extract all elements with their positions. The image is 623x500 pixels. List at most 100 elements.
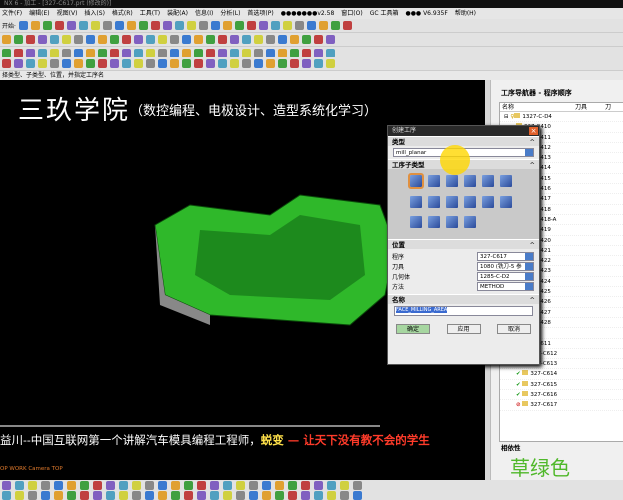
toolbar-icon[interactable] [222,21,232,30]
toolbar-icon[interactable] [132,480,141,490]
toolbar-icon[interactable] [302,59,311,68]
toolbar-icon[interactable] [158,480,167,490]
apply-button[interactable]: 应用 [446,324,481,334]
toolbar-icon[interactable] [275,490,284,500]
toolbar-icon[interactable] [340,480,349,490]
toolbar-icon[interactable] [342,21,352,30]
chevron-down-icon[interactable] [525,149,533,156]
ok-button[interactable]: 确定 [396,324,430,334]
toolbar-icon[interactable] [278,35,287,44]
subtype-icon[interactable] [446,216,458,229]
toolbar-icon[interactable] [198,21,208,30]
toolbar-icon[interactable] [67,480,76,490]
collapse-icon[interactable]: ^ [530,137,535,147]
toolbar-icon[interactable] [122,35,131,44]
toolbar-icon[interactable] [194,35,203,44]
toolbar-icon[interactable] [26,59,35,68]
toolbar-icon[interactable] [206,59,215,68]
subtype-icon[interactable] [446,195,458,208]
toolbar-icon[interactable] [275,480,284,490]
menu-item[interactable]: 工具(T) [140,8,160,19]
toolbar-icon[interactable] [174,21,184,30]
toolbar-icon[interactable] [150,21,160,30]
toolbar-icon[interactable] [54,21,64,30]
toolbar-icon[interactable] [102,21,112,30]
toolbar-icon[interactable] [146,59,155,68]
type-section[interactable]: 类型 ^ [388,136,539,146]
chevron-down-icon[interactable] [525,252,533,260]
toolbar-icon[interactable] [158,59,167,68]
toolbar-icon[interactable] [38,59,47,68]
toolbar-icon[interactable] [50,59,59,68]
toolbar-icon[interactable] [254,59,263,68]
toolbar-icon[interactable] [340,490,349,500]
toolbar-icon[interactable] [266,59,275,68]
cancel-button[interactable]: 取消 [497,324,531,334]
toolbar-icon[interactable] [282,21,292,30]
toolbar-icon[interactable] [110,59,119,68]
field-select[interactable]: METHOD [477,281,534,291]
toolbar-icon[interactable] [158,490,167,500]
subtype-icon[interactable] [482,175,494,187]
location-section[interactable]: 位置 ^ [388,239,539,249]
chevron-down-icon[interactable] [525,262,533,270]
toolbar-icon[interactable] [66,21,76,30]
toolbar-icon[interactable] [330,21,340,30]
toolbar-icon[interactable] [171,480,180,490]
subtype-icon[interactable] [464,216,476,229]
collapse-icon[interactable]: ^ [530,240,535,250]
toolbar-icon[interactable] [302,35,311,44]
toolbar-icon[interactable] [223,480,232,490]
toolbar-icon[interactable] [306,21,316,30]
toolbar-icon[interactable] [230,59,239,68]
toolbar-icon[interactable] [262,480,271,490]
toolbar-icon[interactable] [14,59,23,68]
toolbar-icon[interactable] [26,35,35,44]
toolbar-icon[interactable] [184,480,193,490]
toolbar-icon[interactable] [210,480,219,490]
toolbar-icon[interactable] [50,35,59,44]
subtype-icon[interactable] [464,195,476,208]
toolbar-icon[interactable] [122,59,131,68]
field-select[interactable]: 1285-C-D2 [477,271,534,281]
menu-item[interactable]: 格式(R) [112,8,133,19]
toolbar-icon[interactable] [290,59,299,68]
toolbar-icon[interactable] [30,21,40,30]
toolbar-icon[interactable] [234,21,244,30]
toolbar-icon[interactable] [106,490,115,500]
toolbar-icon[interactable] [2,59,11,68]
chevron-down-icon[interactable] [525,282,533,290]
menu-item[interactable]: ●●● V6.935F [405,8,447,19]
list-item[interactable]: ⊘ 327-C617 [500,400,623,411]
toolbar-icon[interactable] [74,59,83,68]
start-button[interactable]: 开始· [2,21,16,30]
field-select[interactable]: 1080 (铣刀-5 参 [477,261,534,271]
menu-item[interactable]: 窗口(O) [341,8,362,19]
toolbar-icon[interactable] [86,59,95,68]
subtype-icon[interactable] [500,175,512,187]
list-item[interactable]: ✔ 327-C615 [500,380,623,391]
toolbar-icon[interactable] [114,21,124,30]
toolbar-icon[interactable] [288,480,297,490]
toolbar-icon[interactable] [54,480,63,490]
toolbar-icon[interactable] [14,35,23,44]
toolbar-icon[interactable] [218,35,227,44]
collapse-icon[interactable]: ^ [530,160,535,170]
list-item[interactable]: ✔ 327-C614 [500,369,623,380]
column-extra[interactable]: 刀 [605,103,611,111]
toolbar-icon[interactable] [126,21,136,30]
toolbar-icon[interactable] [78,21,88,30]
toolbar-icon[interactable] [62,59,71,68]
subtype-icon[interactable] [446,175,458,187]
menu-item[interactable]: 信息(I) [195,8,213,19]
toolbar-icon[interactable] [218,59,227,68]
collapse-icon[interactable]: ^ [530,295,535,305]
toolbar-icon[interactable] [18,21,28,30]
toolbar-icon[interactable] [28,490,37,500]
toolbar-icon[interactable] [86,35,95,44]
toolbar-icon[interactable] [301,480,310,490]
toolbar-icon[interactable] [230,35,239,44]
toolbar-icon[interactable] [197,480,206,490]
toolbar-icon[interactable] [246,21,256,30]
toolbar-icon[interactable] [67,490,76,500]
